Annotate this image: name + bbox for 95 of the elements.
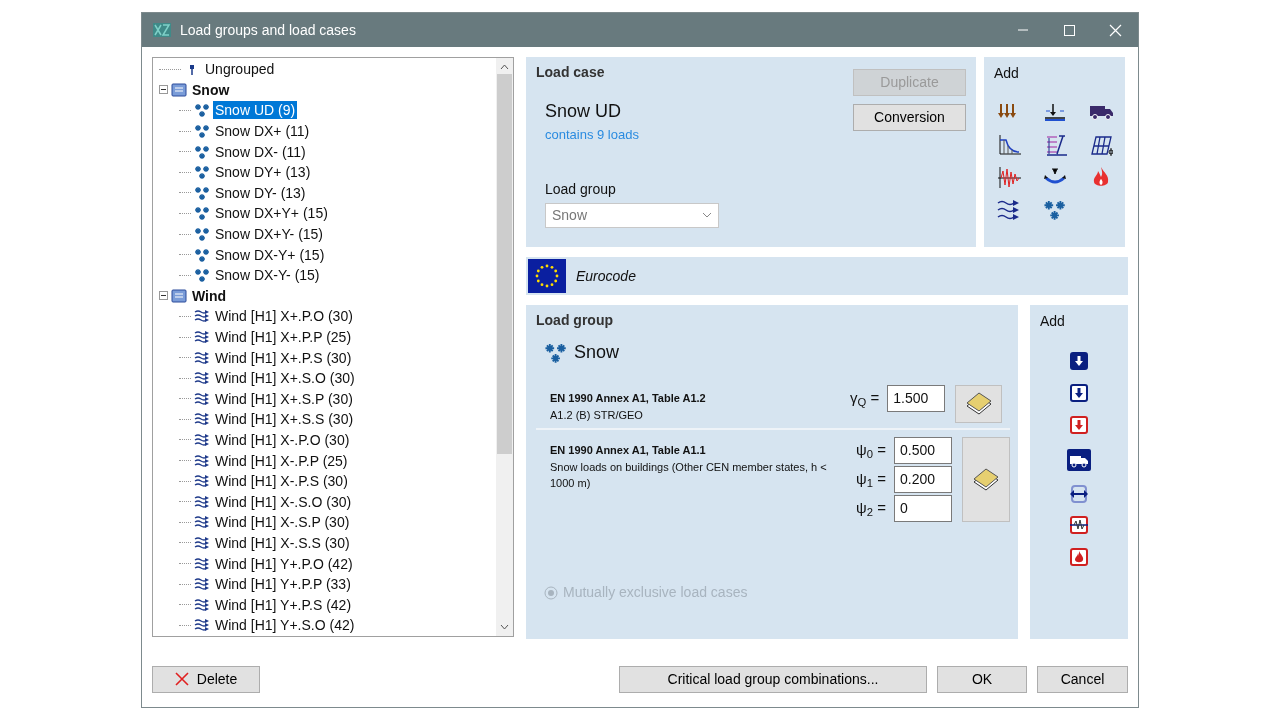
tree-item[interactable]: Wind [H1] X+.S.O (30) <box>213 369 357 388</box>
variable-load-icon[interactable] <box>1070 384 1088 404</box>
close-icon[interactable] <box>1108 23 1122 37</box>
wind-icon <box>194 370 210 387</box>
tree-item[interactable]: Wind [H1] X-.P.O (30) <box>213 431 352 449</box>
seismic-load-icon[interactable] <box>1070 516 1088 536</box>
frame-imperfection-icon[interactable] <box>1089 134 1113 158</box>
delete-button[interactable]: Delete <box>152 665 260 693</box>
wind-icon <box>194 432 210 448</box>
conversion-button[interactable]: Conversion <box>853 104 966 131</box>
wind-icon <box>194 493 210 510</box>
tree-item[interactable]: Snow UD (9) <box>213 101 298 120</box>
wind-icon[interactable] <box>997 198 1021 222</box>
tree-item[interactable]: Wind [H1] X-.P.S (30) <box>213 472 350 491</box>
factor-input[interactable]: 1.500 <box>887 385 946 412</box>
eu-flag-icon <box>528 259 566 293</box>
chevron-down-icon <box>702 212 712 218</box>
panel-heading: Load case <box>536 63 606 82</box>
tree-item[interactable]: Snow <box>190 80 232 99</box>
wind-icon <box>194 576 210 593</box>
collapse-toggle-icon[interactable] <box>159 85 168 95</box>
section-title: EN 1990 Annex A1, Table A1.2 <box>550 391 707 406</box>
factor-input[interactable]: 0 <box>894 495 952 522</box>
tree-item[interactable]: Wind [H1] X+.P.O (30) <box>213 307 355 326</box>
tree-item[interactable]: Snow DX-Y+ (15) <box>213 245 327 264</box>
factor-input[interactable]: 0.200 <box>894 466 952 493</box>
cancel-button[interactable]: Cancel <box>1037 665 1128 693</box>
field-label: Load group <box>545 179 617 199</box>
tree-item[interactable]: Wind [H1] X-.S.P (30) <box>213 513 352 532</box>
close-icon <box>174 672 189 686</box>
permanent-load-icon[interactable] <box>1070 352 1088 372</box>
wind-icon <box>194 411 210 428</box>
tree-item[interactable]: Snow DX-Y- (15) <box>213 266 322 285</box>
combinations-button[interactable]: Critical load group combinations... <box>619 665 927 693</box>
tree-item[interactable]: Snow DX+ (11) <box>213 122 312 141</box>
tree-item[interactable]: Snow DX- (11) <box>213 142 308 161</box>
tree-item[interactable]: Snow DY- (13) <box>213 183 308 202</box>
wind-icon <box>194 617 210 634</box>
wind-icon <box>194 534 210 551</box>
accidental-load-icon[interactable] <box>1070 416 1088 436</box>
scroll-up-icon[interactable] <box>500 64 509 70</box>
tree-item[interactable]: Wind [H1] X-.S.S (30) <box>213 533 352 552</box>
wind-icon <box>194 514 210 531</box>
section-subtitle: A1.2 (B) STR/GEO <box>550 407 644 423</box>
app-logo-icon <box>152 21 172 39</box>
tree-item[interactable]: Wind [H1] X-.S.O (30) <box>213 492 354 511</box>
ok-button[interactable]: OK <box>937 665 1027 693</box>
window-title: Load groups and load cases <box>180 20 357 40</box>
book-icon <box>972 467 1000 492</box>
wind-icon <box>194 555 210 572</box>
wind-icon <box>194 452 210 469</box>
scroll-down-icon[interactable] <box>500 624 509 630</box>
factor-input[interactable]: 0.500 <box>894 437 952 464</box>
wind-icon <box>194 329 210 345</box>
group-name: Snow <box>574 341 620 364</box>
wind-icon <box>194 308 210 325</box>
tree-item[interactable]: Wind [H1] Y+.P.P (33) <box>213 575 353 594</box>
collapse-toggle-icon[interactable] <box>159 291 168 301</box>
tree-item[interactable]: Wind [H1] X-.P.P (25) <box>213 451 350 470</box>
tree-item[interactable]: Snow DX+Y+ (15) <box>213 204 330 223</box>
scrollbar-thumb[interactable] <box>497 74 512 454</box>
panel-heading: Add <box>1040 312 1066 331</box>
tree-item[interactable]: Wind [H1] X+.P.S (30) <box>213 348 354 367</box>
tree-item[interactable]: Wind [H1] X+.S.S (30) <box>213 410 356 429</box>
tree-item[interactable]: Snow DX+Y- (15) <box>213 225 326 244</box>
tree-item[interactable]: Wind [H1] Y+.S.O (42) <box>213 616 357 635</box>
code-label: Eurocode <box>576 266 636 286</box>
tree-item[interactable]: Wind [H1] Y+.P.O (42) <box>213 554 355 573</box>
seismic-icon[interactable] <box>997 166 1021 190</box>
wind-icon <box>194 390 210 407</box>
tree-item[interactable]: Wind [H1] X+.P.P (25) <box>213 328 354 346</box>
wind-icon <box>194 349 210 366</box>
tree-item[interactable]: Ungrouped <box>203 60 277 79</box>
factor-label: γ$_{Q}$ = <box>850 388 880 410</box>
panel-heading: Add <box>994 64 1020 83</box>
wind-icon <box>194 596 210 613</box>
traffic-load-icon[interactable] <box>1066 448 1092 472</box>
section-title: EN 1990 Annex A1, Table A1.1 <box>550 443 707 458</box>
response-curve-icon[interactable] <box>997 134 1021 158</box>
tree-item[interactable]: Wind [H1] Y+.P.S (42) <box>213 595 354 614</box>
panel-heading: Load group <box>536 311 614 330</box>
factor-label: ψ$_{2}$ = <box>856 498 886 520</box>
maximize-icon[interactable] <box>1062 23 1076 37</box>
book-icon <box>964 392 993 416</box>
scrollbar[interactable] <box>496 58 513 636</box>
section-subtitle: Snow loads on buildings (Other CEN member states, h < 1000 m) <box>550 459 828 491</box>
factor-label: ψ$_{1}$ = <box>856 469 886 491</box>
tree-item[interactable]: Wind <box>190 286 229 305</box>
tree-item[interactable]: Wind [H1] X+.S.P (30) <box>213 389 355 408</box>
fire-load-icon[interactable] <box>1070 548 1088 568</box>
book-button[interactable] <box>955 385 1002 423</box>
wind-icon <box>194 473 210 490</box>
factor-label: ψ$_{0}$ = <box>856 440 886 462</box>
load-case-name: Snow UD <box>545 100 623 123</box>
tree-item[interactable]: Snow DY+ (13) <box>213 163 313 182</box>
